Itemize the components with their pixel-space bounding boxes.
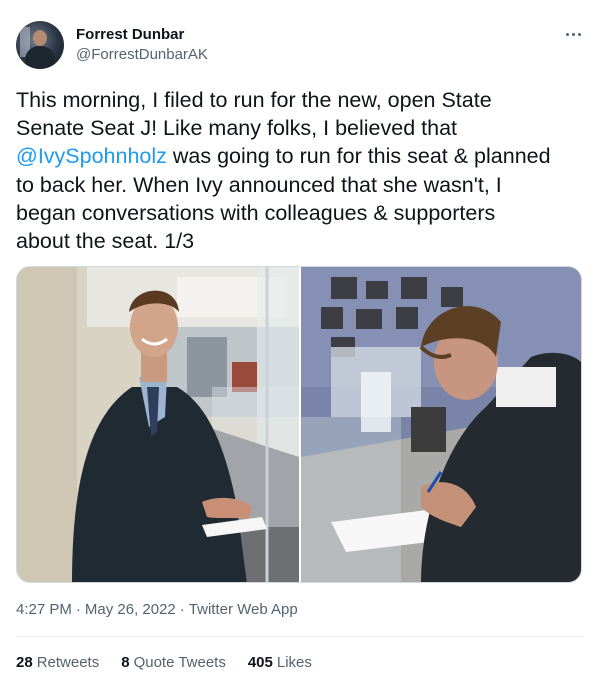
more-options-icon[interactable] bbox=[560, 24, 586, 44]
tweet-line: This morning, I filed to run for the new… bbox=[16, 88, 492, 112]
likes-count: 405 bbox=[247, 654, 273, 671]
tweet-date[interactable]: May 26, 2022 bbox=[85, 601, 176, 618]
likes-stat[interactable]: 405 Likes bbox=[248, 654, 312, 671]
avatar[interactable] bbox=[16, 21, 64, 69]
media-grid bbox=[16, 266, 582, 583]
engagement-stats: 28 Retweets 8 Quote Tweets 405 Likes bbox=[16, 654, 312, 671]
separator: · bbox=[75, 601, 81, 618]
author-name[interactable]: Forrest Dunbar bbox=[76, 26, 184, 43]
tweet-time[interactable]: 4:27 PM bbox=[16, 601, 72, 618]
divider bbox=[16, 636, 584, 637]
mention-link[interactable]: @IvySpohnholz bbox=[16, 144, 167, 168]
tweet-line: to back her. When Ivy announced that she… bbox=[16, 172, 502, 197]
retweets-stat[interactable]: 28 Retweets bbox=[16, 654, 99, 671]
tweet-line: about the seat. 1/3 bbox=[16, 229, 195, 254]
quote-tweets-stat[interactable]: 8 Quote Tweets bbox=[121, 654, 226, 671]
likes-label: Likes bbox=[276, 654, 312, 671]
quote-tweets-count: 8 bbox=[121, 654, 130, 671]
author-handle[interactable]: @ForrestDunbarAK bbox=[76, 46, 208, 63]
quote-tweets-label: Quote Tweets bbox=[133, 654, 226, 671]
tweet-text: This morning, I filed to run for the new… bbox=[16, 86, 584, 255]
tweet-line: Senate Seat J! Like many folks, I believ… bbox=[16, 116, 458, 141]
separator: · bbox=[179, 601, 185, 618]
retweets-label: Retweets bbox=[36, 654, 100, 671]
tweet-line-text: was going to run for this seat & planned bbox=[166, 144, 551, 169]
tweet-timestamp: 4:27 PM · May 26, 2022 · Twitter Web App bbox=[16, 601, 298, 618]
tweet-line: @IvySpohnholz was going to run for this … bbox=[16, 142, 584, 170]
tweet-card: Forrest Dunbar @ForrestDunbarAK This mor… bbox=[0, 0, 596, 687]
photo-signing-form[interactable] bbox=[301, 267, 581, 582]
photo-smiling-candidate[interactable] bbox=[17, 267, 299, 582]
tweet-line: began conversations with colleagues & su… bbox=[16, 200, 496, 225]
retweets-count: 28 bbox=[16, 654, 33, 671]
source-app[interactable]: Twitter Web App bbox=[189, 601, 298, 618]
